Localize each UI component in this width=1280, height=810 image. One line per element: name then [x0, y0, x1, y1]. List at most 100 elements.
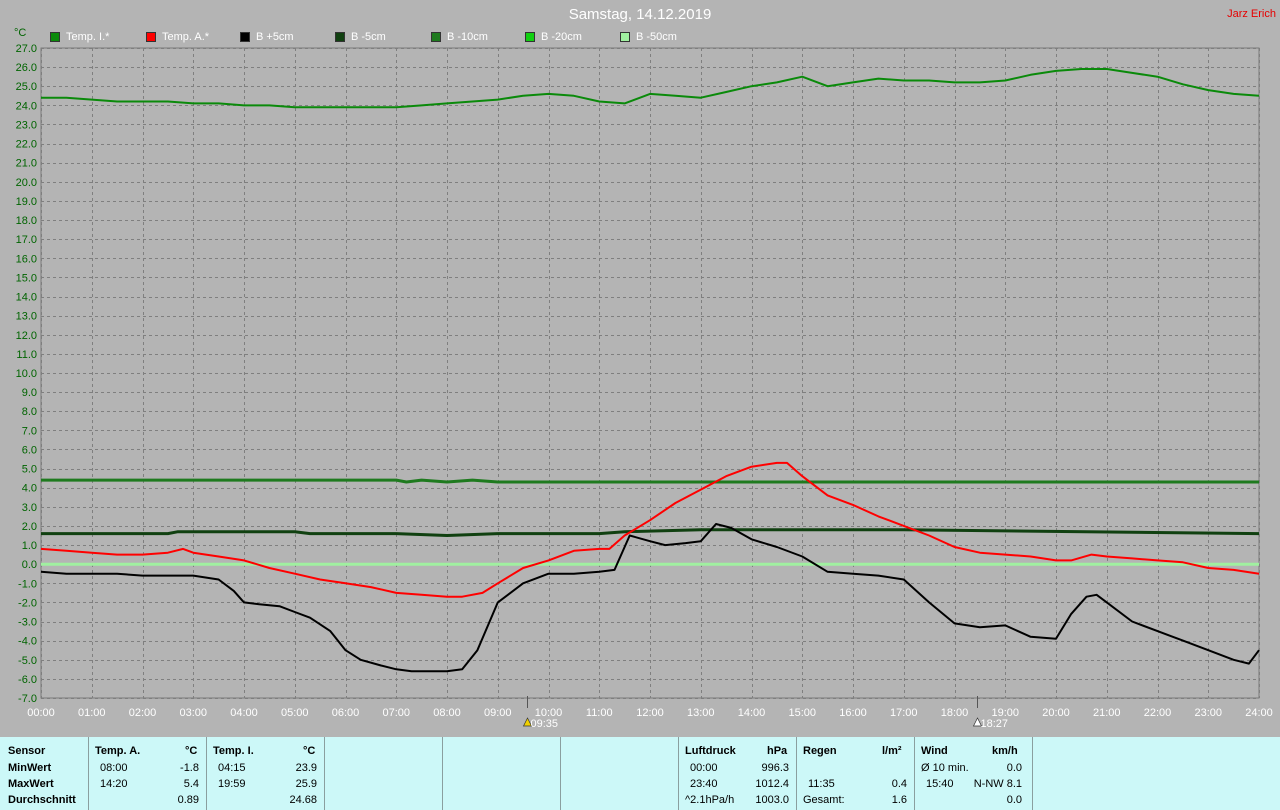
x-tick-label: 20:00: [1042, 707, 1070, 719]
stats-rain-max-value: 0.4: [891, 778, 907, 790]
stats-pressure-min-time: 00:00: [690, 762, 718, 774]
x-tick-label: 11:00: [586, 707, 613, 719]
stats-wind-last-value: 0.0: [1006, 794, 1022, 806]
stats-min-i-time: 04:15: [218, 762, 246, 774]
stats-pressure-min-value: 996.3: [761, 762, 789, 774]
stats-avg-i-value: 24.68: [289, 794, 317, 806]
y-tick-label: 5.0: [22, 464, 37, 476]
y-tick-label: -2.0: [18, 597, 37, 609]
y-tick-label: 14.0: [16, 292, 37, 304]
divider: [796, 737, 797, 810]
stats-min-i-value: 23.9: [295, 762, 317, 774]
x-tick-label: 04:00: [230, 707, 258, 719]
stats-pressure-max-time: 23:40: [690, 778, 718, 790]
stats-rain-total-value: 1.6: [891, 794, 907, 806]
series-layer: [40, 68, 1260, 673]
y-tick-label: 1.0: [22, 540, 37, 552]
stats-avg-a-value: 0.89: [177, 794, 199, 806]
legend-label: Temp. I.*: [66, 31, 110, 44]
x-tick-label: 06:00: [332, 707, 360, 719]
stats-max-i-value: 25.9: [295, 778, 317, 790]
y-tick-label: 13.0: [16, 311, 37, 323]
y-tick-label: 22.0: [16, 139, 37, 151]
stats-min-label: MinWert: [8, 762, 52, 774]
divider: [678, 737, 679, 810]
stats-max-a-time: 14:20: [100, 778, 128, 790]
y-tick-label: 3.0: [22, 502, 37, 514]
legend-item: Temp. A.*: [146, 31, 209, 43]
x-tick-label: 02:00: [129, 707, 157, 719]
grid-layer: [40, 47, 1260, 699]
legend-item: B -20cm: [525, 31, 582, 43]
x-axis-ticks: 00:00 01:00 02:00 03:00 04:00 05:00 06:00 07:00…: [27, 707, 1273, 719]
x-tick-label: 22:00: [1144, 707, 1172, 719]
legend-swatch: [50, 32, 60, 43]
x-tick-label: 18:00: [941, 707, 969, 719]
x-tick-label: 00:00: [27, 707, 55, 719]
y-tick-label: 4.0: [22, 483, 37, 495]
x-tick-label: 05:00: [281, 707, 309, 719]
y-tick-label: 6.0: [22, 444, 37, 456]
y-tick-label: 12.0: [16, 330, 37, 342]
y-axis-unit-label: °C: [14, 27, 26, 39]
stats-pressure-header: Luftdruck: [685, 745, 736, 757]
stats-min-a-time: 08:00: [100, 762, 128, 774]
x-tick-label: 14:00: [738, 707, 766, 719]
x-tick-label: 12:00: [636, 707, 664, 719]
y-tick-label: 10.0: [16, 368, 37, 380]
legend-label: B +5cm: [256, 31, 294, 44]
legend-label: B -20cm: [541, 31, 582, 44]
y-tick-label: 19.0: [16, 196, 37, 208]
y-tick-label: 18.0: [16, 215, 37, 227]
y-tick-label: 11.0: [16, 349, 37, 361]
x-tick-label: 09:00: [484, 707, 512, 719]
legend-swatch: [620, 32, 630, 43]
stats-pressure-unit: hPa: [767, 745, 788, 757]
stats-wind-header: Wind: [921, 745, 948, 757]
chart-title: Samstag, 14.12.2019: [568, 6, 712, 23]
stats-pressure-max-value: 1012.4: [755, 778, 789, 790]
y-tick-label: 17.0: [16, 234, 37, 246]
legend-swatch: [525, 32, 535, 43]
stats-wind-max-time: 15:40: [926, 778, 954, 790]
stats-max-a-value: 5.4: [183, 778, 199, 790]
y-tick-label: 25.0: [16, 81, 37, 93]
legend-item: B -50cm: [620, 31, 677, 43]
x-tick-label: 21:00: [1093, 707, 1121, 719]
stats-rain-total-label: Gesamt:: [803, 794, 845, 806]
legend-swatch: [240, 32, 250, 43]
marker-time-label: 18:27: [981, 718, 1009, 730]
x-tick-label: 08:00: [433, 707, 461, 719]
stats-sensor-header: Sensor: [8, 745, 46, 757]
y-axis-ticks: 27.0 26.0 25.0 24.0 23.0 22.0 21.0 20.0 19.0 18.0…: [16, 43, 37, 705]
y-tick-label: -7.0: [18, 693, 37, 705]
y-tick-label: 15.0: [16, 272, 37, 284]
chart-canvas: 27.0 26.0 25.0 24.0 23.0 22.0 21.0 20.0 19.0 18.0…: [14, 27, 1273, 730]
stats-rain-unit: l/m²: [882, 745, 902, 757]
legend-label: B -50cm: [636, 31, 677, 44]
divider: [442, 737, 443, 810]
legend-item: B -10cm: [431, 31, 488, 43]
divider: [1032, 737, 1033, 810]
divider: [914, 737, 915, 810]
y-tick-label: 23.0: [16, 119, 37, 131]
y-tick-label: 8.0: [22, 406, 37, 418]
stats-rain-max-time: 11:35: [808, 778, 835, 790]
y-tick-label: 16.0: [16, 253, 37, 265]
stats-temp-i-unit: °C: [303, 745, 316, 757]
author-label: Jarz Erich: [1227, 8, 1276, 20]
marker-time-label: 09:35: [531, 718, 559, 730]
x-tick-label: 01:00: [78, 707, 106, 719]
stats-max-i-time: 19:59: [218, 778, 246, 790]
stats-rain-header: Regen: [803, 745, 837, 757]
stats-wind-max-value: N-NW 8.1: [973, 778, 1022, 790]
divider: [206, 737, 207, 810]
x-tick-label: 17:00: [890, 707, 918, 719]
x-tick-label: 03:00: [179, 707, 207, 719]
stats-pressure-avg-value: 1003.0: [755, 794, 789, 806]
x-tick-label: 07:00: [382, 707, 410, 719]
divider: [560, 737, 561, 810]
legend-label: B -10cm: [447, 31, 488, 44]
x-tick-label: 23:00: [1194, 707, 1222, 719]
y-tick-label: 0.0: [22, 559, 37, 571]
